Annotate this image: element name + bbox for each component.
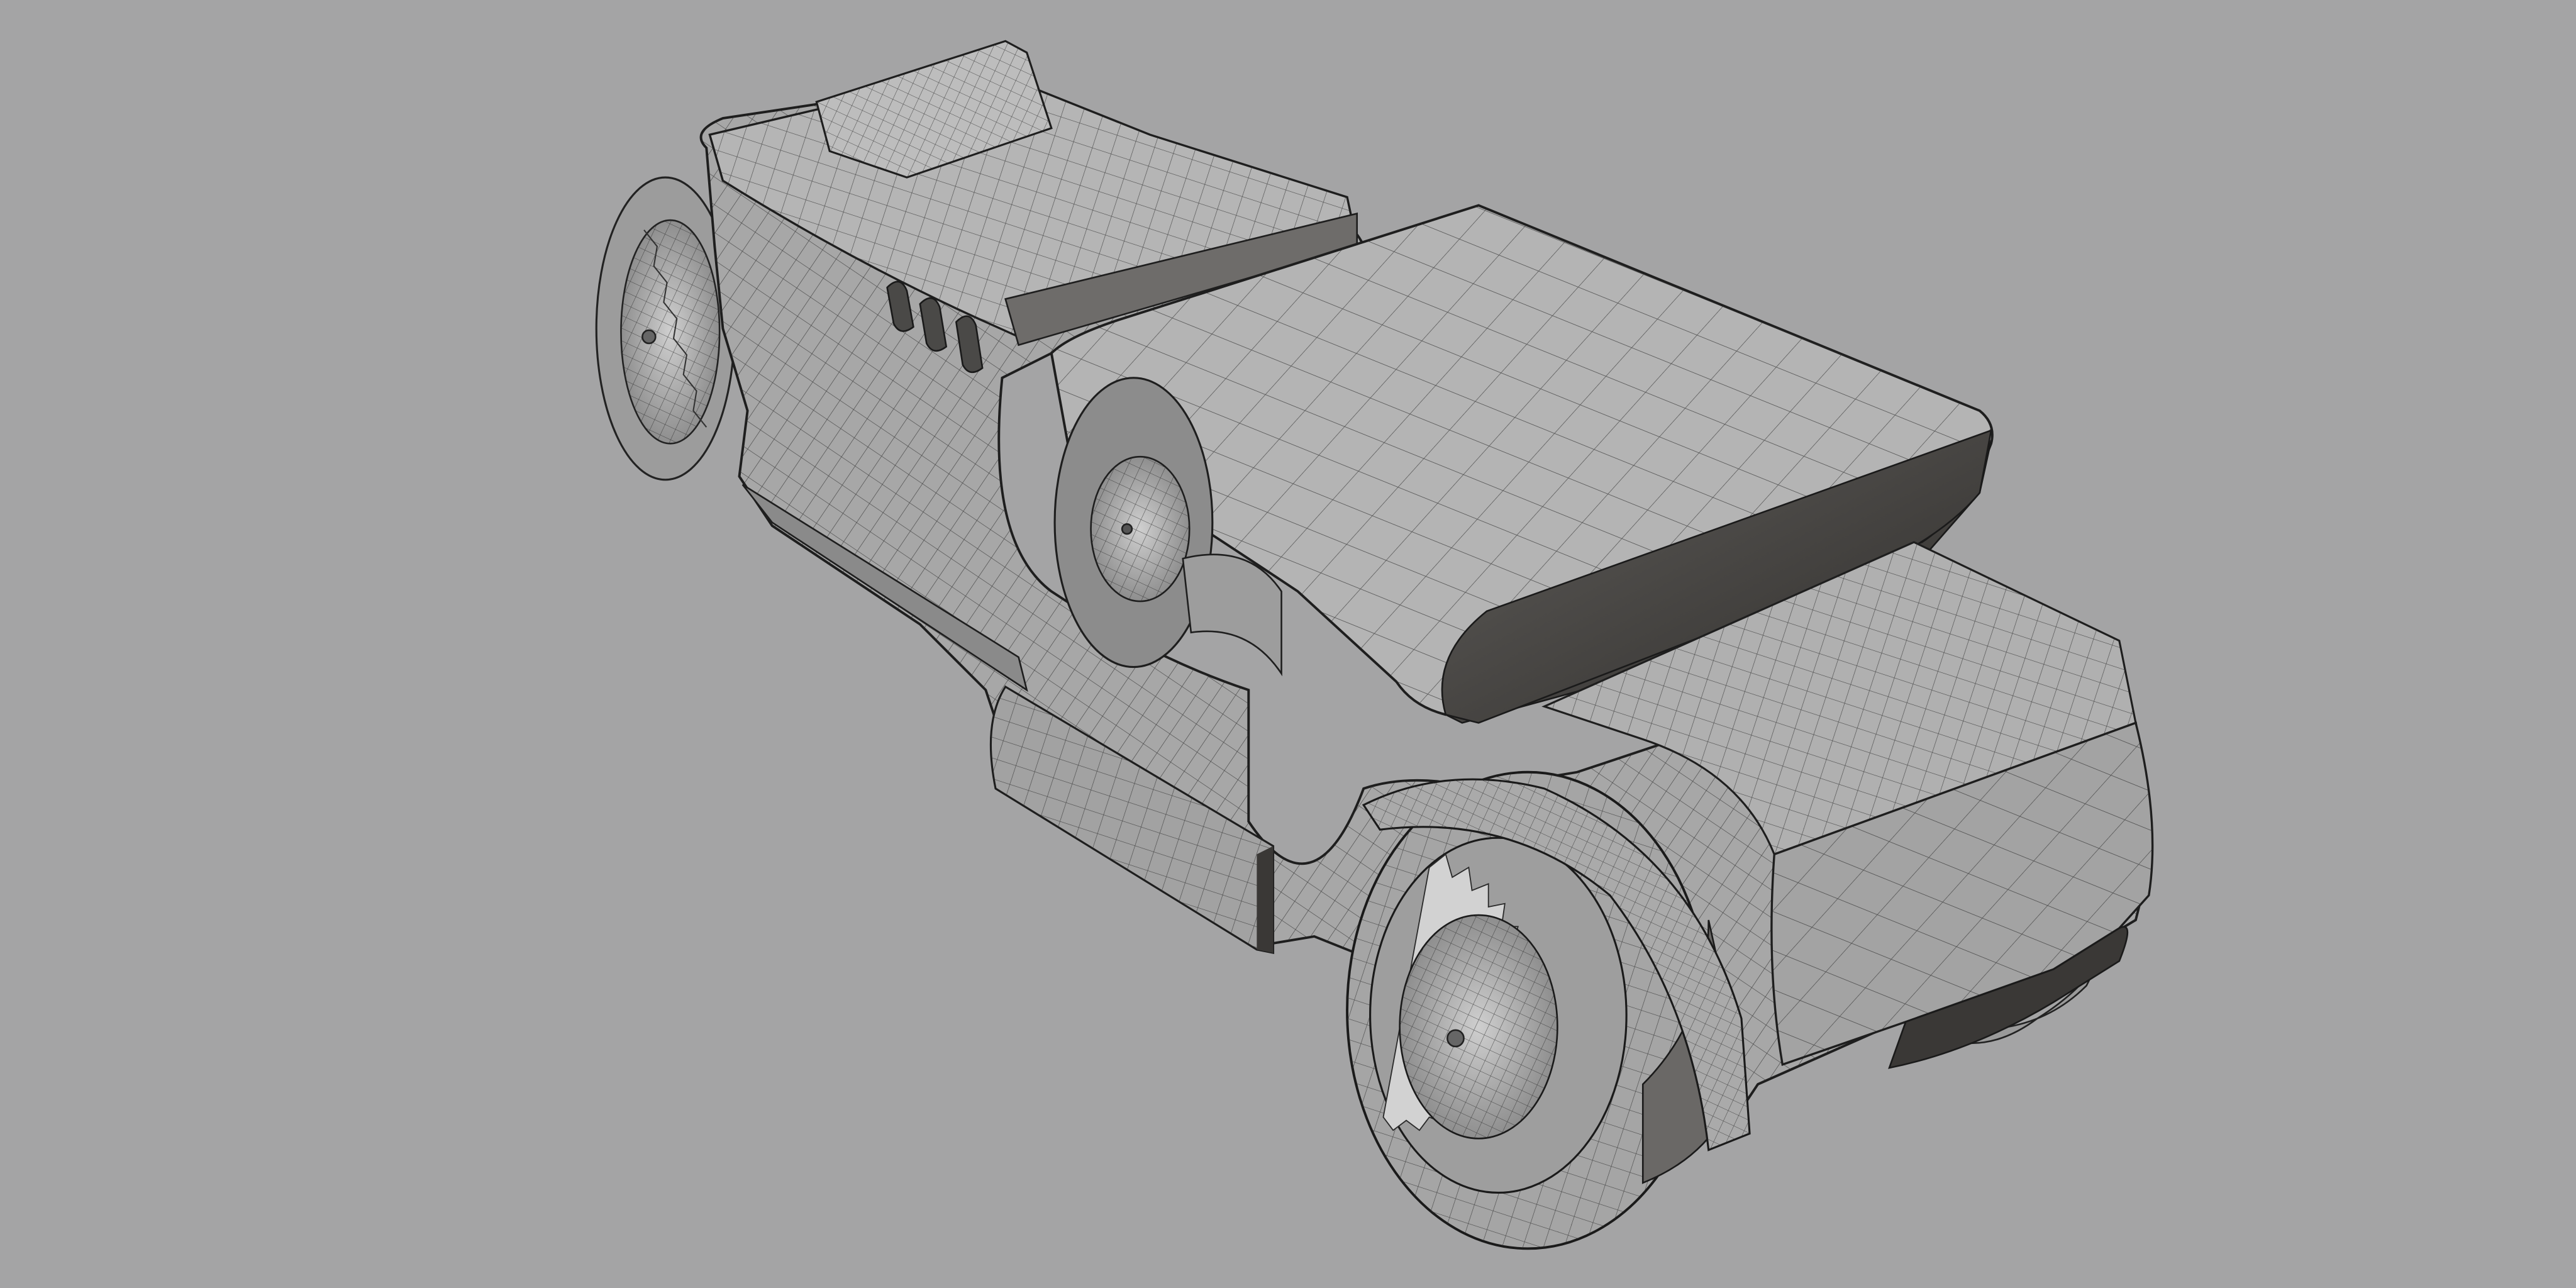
model-render xyxy=(595,40,2154,1250)
3d-viewport[interactable] xyxy=(0,0,2576,1288)
